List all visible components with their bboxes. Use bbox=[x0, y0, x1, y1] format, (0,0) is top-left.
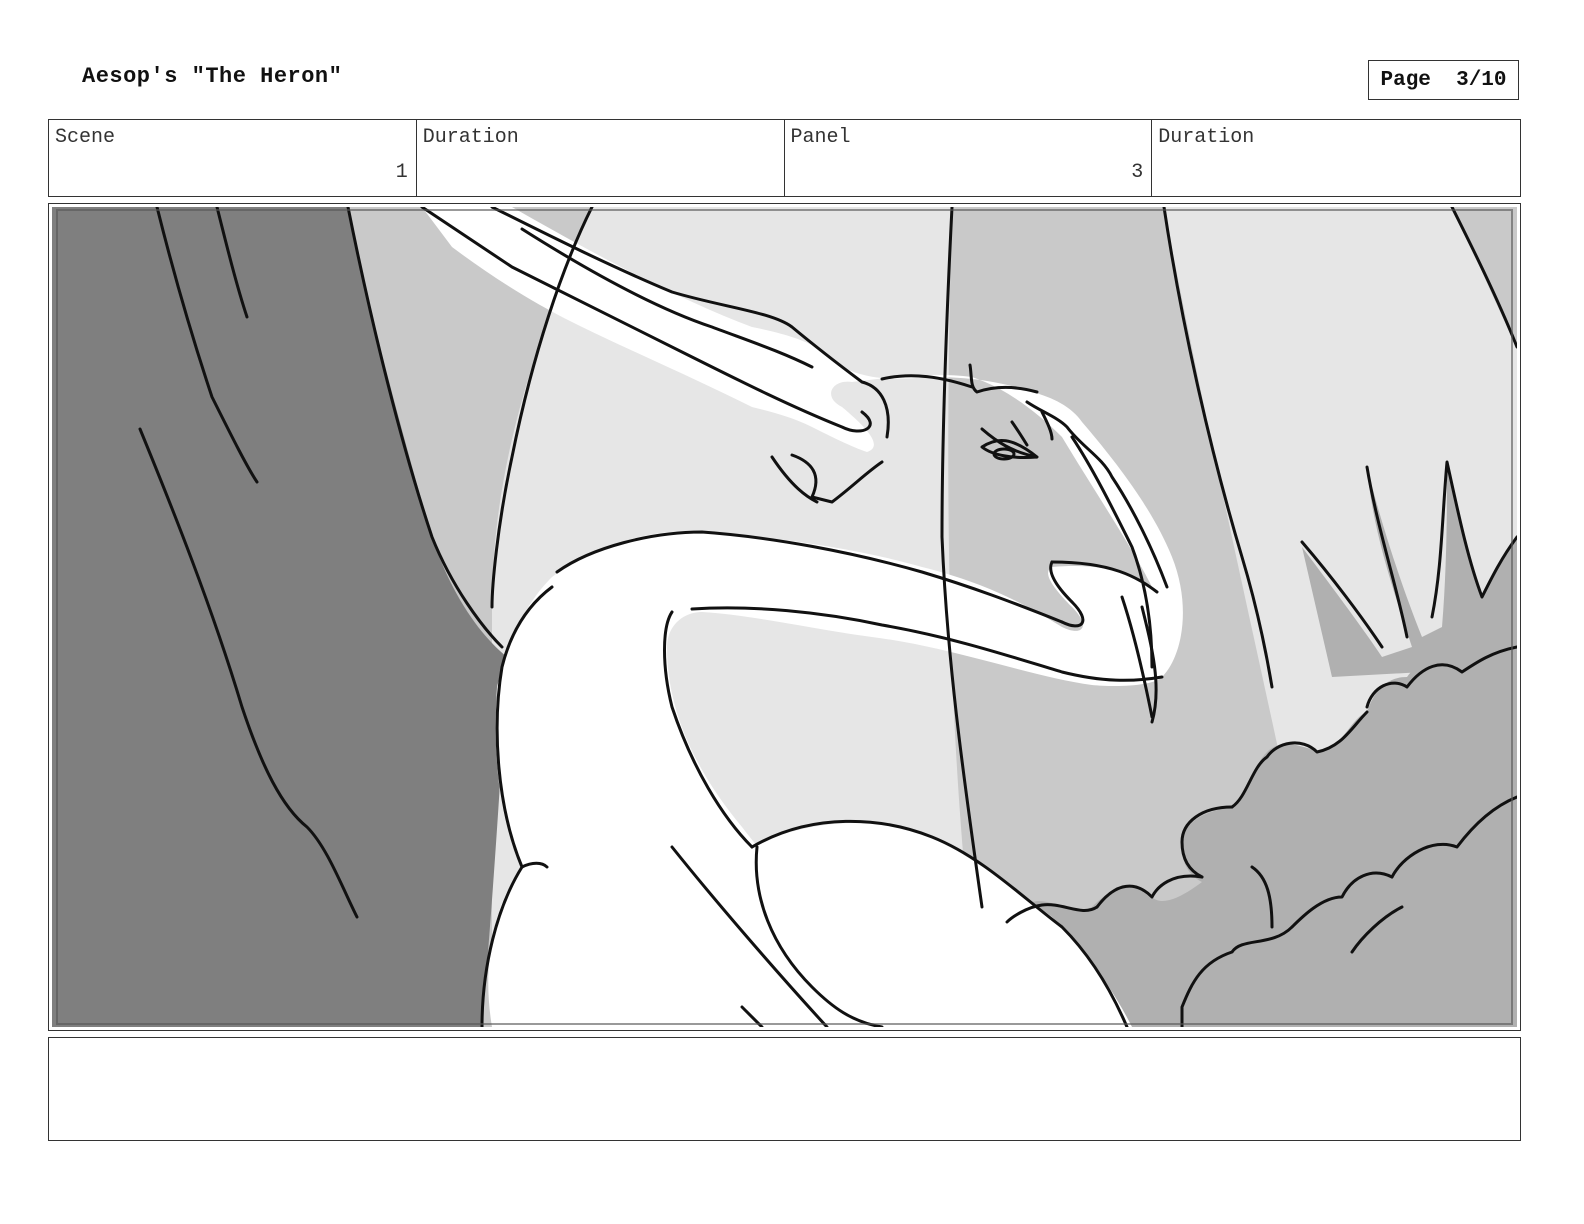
panel-duration-cell: Duration bbox=[1152, 120, 1520, 196]
panel-info-table: Scene 1 Duration Panel 3 Duration bbox=[48, 119, 1521, 197]
panel-notes-box[interactable] bbox=[48, 1037, 1521, 1141]
panel-duration-label: Duration bbox=[1158, 126, 1255, 149]
heron-sketch-image bbox=[52, 207, 1517, 1027]
panel-label: Panel bbox=[790, 126, 851, 149]
scene-duration-label: Duration bbox=[422, 126, 519, 149]
panel-cell: Panel 3 bbox=[785, 120, 1153, 196]
storyboard-panel bbox=[48, 203, 1521, 1031]
scene-cell: Scene 1 bbox=[49, 120, 417, 196]
panel-value: 3 bbox=[1131, 161, 1144, 184]
scene-value: 1 bbox=[395, 161, 408, 184]
scene-duration-cell: Duration bbox=[417, 120, 785, 196]
storyboard-title: Aesop's "The Heron" bbox=[82, 64, 343, 89]
scene-label: Scene bbox=[55, 126, 116, 149]
page-number-badge: Page 3/10 bbox=[1368, 60, 1519, 100]
